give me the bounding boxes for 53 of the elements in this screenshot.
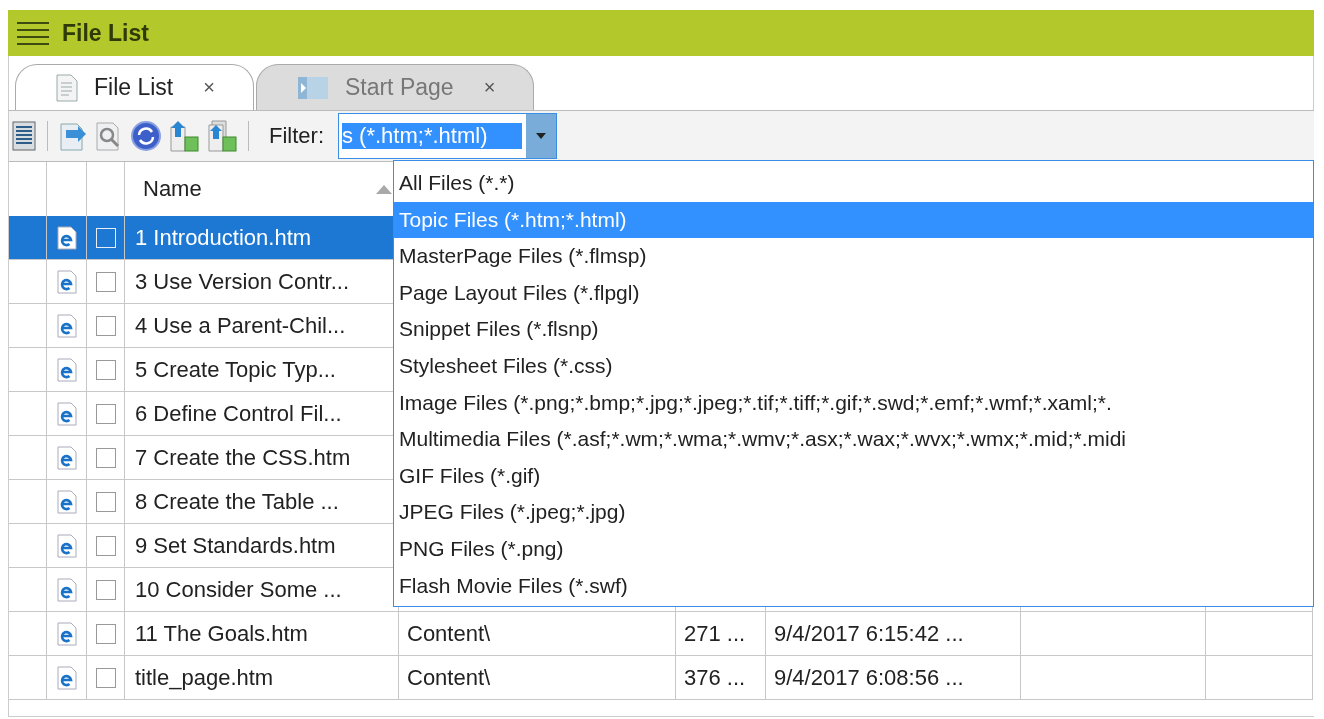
- checkbox[interactable]: [95, 359, 116, 380]
- row-header[interactable]: [9, 348, 47, 392]
- row-header[interactable]: [9, 392, 47, 436]
- tab[interactable]: Start Page ×: [255, 64, 535, 110]
- row-header[interactable]: [9, 436, 47, 480]
- checkbox[interactable]: [95, 271, 116, 292]
- web-page-icon: [56, 225, 77, 250]
- row-header[interactable]: [9, 612, 47, 656]
- checkbox[interactable]: [95, 315, 116, 336]
- table-cell: title_page.htm: [125, 656, 399, 700]
- web-page-icon: [56, 313, 77, 338]
- checkbox[interactable]: [95, 403, 116, 424]
- export-all-icon[interactable]: [206, 119, 238, 153]
- row-header[interactable]: [9, 656, 47, 700]
- web-page-icon: [56, 445, 77, 470]
- web-page-icon: [56, 401, 77, 426]
- table-cell: 9/4/2017 6:08:56 ...: [766, 656, 1021, 700]
- tab[interactable]: File List ×: [15, 64, 254, 110]
- caret-icon: [536, 133, 546, 139]
- panel-title: File List: [62, 19, 149, 47]
- table-cell: 376 ...: [676, 656, 766, 700]
- checkbox[interactable]: [95, 491, 116, 512]
- table-cell: Content\: [399, 656, 676, 700]
- row-header[interactable]: [9, 524, 47, 568]
- document-icon: [56, 73, 78, 102]
- start-page-icon: [296, 75, 329, 100]
- table-cell: 9/4/2017 6:15:42 ...: [766, 612, 1021, 656]
- row-header[interactable]: [9, 216, 47, 260]
- web-page-icon: [56, 621, 77, 646]
- refresh-icon[interactable]: [130, 120, 162, 152]
- row-header[interactable]: [9, 568, 47, 612]
- checkbox[interactable]: [95, 447, 116, 468]
- checkbox[interactable]: [95, 535, 116, 556]
- table-cell: 11 The Goals.htm: [125, 612, 399, 656]
- row-header[interactable]: [9, 304, 47, 348]
- web-page-icon: [56, 489, 77, 514]
- table-cell: 271 ...: [676, 612, 766, 656]
- row-header[interactable]: [9, 260, 47, 304]
- checkbox[interactable]: [95, 623, 116, 644]
- menu-icon[interactable]: [16, 21, 50, 45]
- web-page-icon: [56, 577, 77, 602]
- columns-icon[interactable]: [11, 120, 37, 152]
- checkbox[interactable]: [95, 667, 116, 688]
- filter-label: Filter:: [269, 123, 324, 149]
- web-page-icon: [56, 357, 77, 382]
- export-icon[interactable]: [168, 119, 200, 153]
- import-icon[interactable]: [58, 120, 88, 152]
- web-page-icon: [56, 665, 77, 690]
- row-header[interactable]: [9, 480, 47, 524]
- web-page-icon: [56, 269, 77, 294]
- checkbox[interactable]: [95, 579, 116, 600]
- web-page-icon: [56, 533, 77, 558]
- table-cell: Content\: [399, 612, 676, 656]
